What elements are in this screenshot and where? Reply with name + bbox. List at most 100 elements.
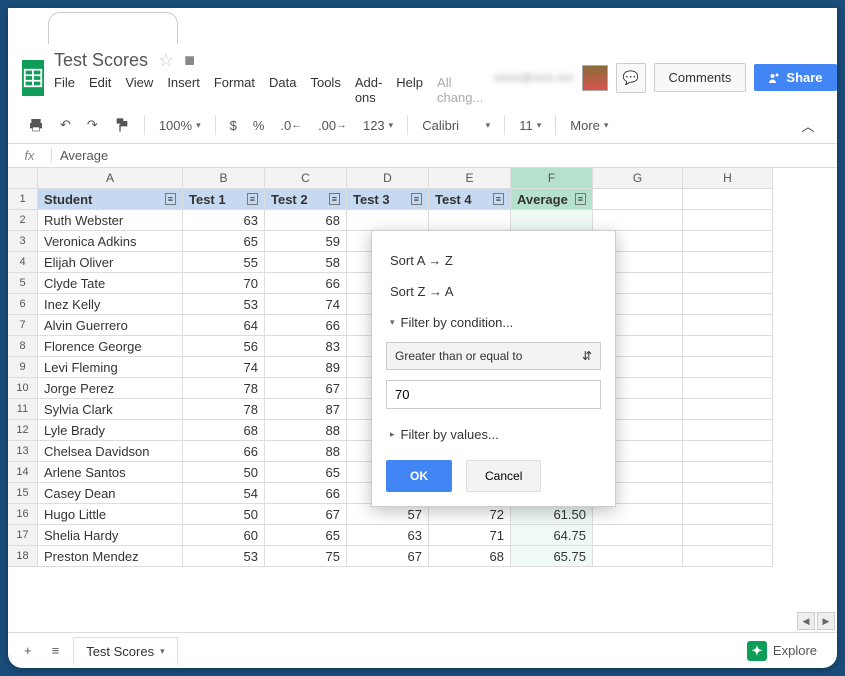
column-header[interactable]: B (183, 168, 265, 189)
header-cell[interactable]: Test 4≡ (429, 189, 511, 210)
data-cell[interactable]: 64.75 (511, 525, 593, 546)
data-cell[interactable]: 60 (183, 525, 265, 546)
cell[interactable] (683, 294, 773, 315)
dec-decrease-icon[interactable]: .0← (274, 114, 308, 137)
filter-icon[interactable]: ≡ (329, 193, 340, 205)
data-cell[interactable]: 70 (183, 273, 265, 294)
add-sheet-icon[interactable]: + (18, 639, 38, 662)
data-cell[interactable]: 88 (265, 420, 347, 441)
data-cell[interactable]: 56 (183, 336, 265, 357)
cell[interactable] (683, 357, 773, 378)
more-dropdown[interactable]: More ▾ (564, 114, 614, 137)
row-header[interactable]: 7 (8, 315, 38, 336)
data-cell[interactable]: 61.50 (511, 504, 593, 525)
browser-tab[interactable] (48, 12, 178, 44)
cell[interactable] (593, 504, 683, 525)
row-header[interactable]: 18 (8, 546, 38, 567)
menu-data[interactable]: Data (269, 75, 296, 105)
data-cell[interactable] (429, 210, 511, 231)
dec-increase-icon[interactable]: .00→ (312, 114, 353, 137)
cell[interactable] (683, 315, 773, 336)
header-cell[interactable]: Test 2≡ (265, 189, 347, 210)
cell[interactable] (683, 483, 773, 504)
data-cell[interactable]: 68 (265, 210, 347, 231)
data-cell[interactable]: 83 (265, 336, 347, 357)
row-header[interactable]: 13 (8, 441, 38, 462)
student-cell[interactable]: Shelia Hardy (38, 525, 183, 546)
cell[interactable] (683, 504, 773, 525)
cancel-button[interactable]: Cancel (466, 460, 541, 492)
student-cell[interactable]: Veronica Adkins (38, 231, 183, 252)
filter-by-values-expander[interactable]: ▸Filter by values... (386, 419, 601, 450)
num-format-dropdown[interactable]: 123 ▾ (357, 114, 399, 137)
sheets-logo[interactable] (22, 60, 44, 96)
row-header[interactable]: 14 (8, 462, 38, 483)
student-cell[interactable]: Arlene Santos (38, 462, 183, 483)
scroll-left-icon[interactable]: ◀ (797, 612, 815, 630)
cell[interactable] (593, 546, 683, 567)
column-header[interactable] (8, 168, 38, 189)
cell[interactable] (593, 210, 683, 231)
data-cell[interactable]: 66 (265, 315, 347, 336)
data-cell[interactable]: 65.75 (511, 546, 593, 567)
data-cell[interactable]: 66 (183, 441, 265, 462)
cell[interactable] (683, 231, 773, 252)
header-cell[interactable]: Test 1≡ (183, 189, 265, 210)
data-cell[interactable]: 65 (265, 462, 347, 483)
filter-icon[interactable]: ≡ (165, 193, 176, 205)
font-size-dropdown[interactable]: 11 ▾ (513, 114, 547, 137)
student-cell[interactable]: Florence George (38, 336, 183, 357)
student-cell[interactable]: Lyle Brady (38, 420, 183, 441)
data-cell[interactable]: 59 (265, 231, 347, 252)
student-cell[interactable]: Casey Dean (38, 483, 183, 504)
data-cell[interactable]: 75 (265, 546, 347, 567)
row-header[interactable]: 5 (8, 273, 38, 294)
data-cell[interactable]: 65 (265, 525, 347, 546)
row-header[interactable]: 4 (8, 252, 38, 273)
column-header[interactable]: C (265, 168, 347, 189)
data-cell[interactable]: 66 (265, 273, 347, 294)
undo-icon[interactable]: ↶ (54, 113, 77, 137)
student-cell[interactable]: Ruth Webster (38, 210, 183, 231)
cell[interactable] (683, 441, 773, 462)
scroll-right-icon[interactable]: ▶ (817, 612, 835, 630)
data-cell[interactable]: 53 (183, 546, 265, 567)
data-cell[interactable]: 63 (347, 525, 429, 546)
row-header[interactable]: 1 (8, 189, 38, 210)
student-cell[interactable]: Clyde Tate (38, 273, 183, 294)
condition-value-input[interactable] (386, 380, 601, 409)
data-cell[interactable]: 64 (183, 315, 265, 336)
share-button[interactable]: Share (754, 64, 836, 91)
data-cell[interactable]: 67 (265, 504, 347, 525)
cell[interactable] (683, 336, 773, 357)
cell[interactable] (683, 189, 773, 210)
data-cell[interactable] (511, 210, 593, 231)
column-header[interactable]: D (347, 168, 429, 189)
cell[interactable] (593, 189, 683, 210)
row-header[interactable]: 6 (8, 294, 38, 315)
student-cell[interactable]: Levi Fleming (38, 357, 183, 378)
menu-edit[interactable]: Edit (89, 75, 111, 105)
student-cell[interactable]: Inez Kelly (38, 294, 183, 315)
row-header[interactable]: 2 (8, 210, 38, 231)
menu-format[interactable]: Format (214, 75, 255, 105)
filter-icon[interactable]: ≡ (493, 193, 504, 205)
data-cell[interactable]: 68 (183, 420, 265, 441)
menu-file[interactable]: File (54, 75, 75, 105)
column-header[interactable]: F (511, 168, 593, 189)
data-cell[interactable]: 89 (265, 357, 347, 378)
row-header[interactable]: 8 (8, 336, 38, 357)
cell[interactable] (683, 420, 773, 441)
data-cell[interactable]: 50 (183, 462, 265, 483)
row-header[interactable]: 11 (8, 399, 38, 420)
data-cell[interactable]: 72 (429, 504, 511, 525)
data-cell[interactable]: 74 (183, 357, 265, 378)
data-cell[interactable]: 53 (183, 294, 265, 315)
sort-za-item[interactable]: Sort Z → A (386, 276, 601, 307)
data-cell[interactable]: 57 (347, 504, 429, 525)
doc-title[interactable]: Test Scores (54, 50, 148, 71)
formula-bar[interactable]: Average (52, 148, 837, 163)
menu-addons[interactable]: Add-ons (355, 75, 382, 105)
font-dropdown[interactable]: Calibri ▾ (416, 114, 496, 137)
data-cell[interactable]: 88 (265, 441, 347, 462)
